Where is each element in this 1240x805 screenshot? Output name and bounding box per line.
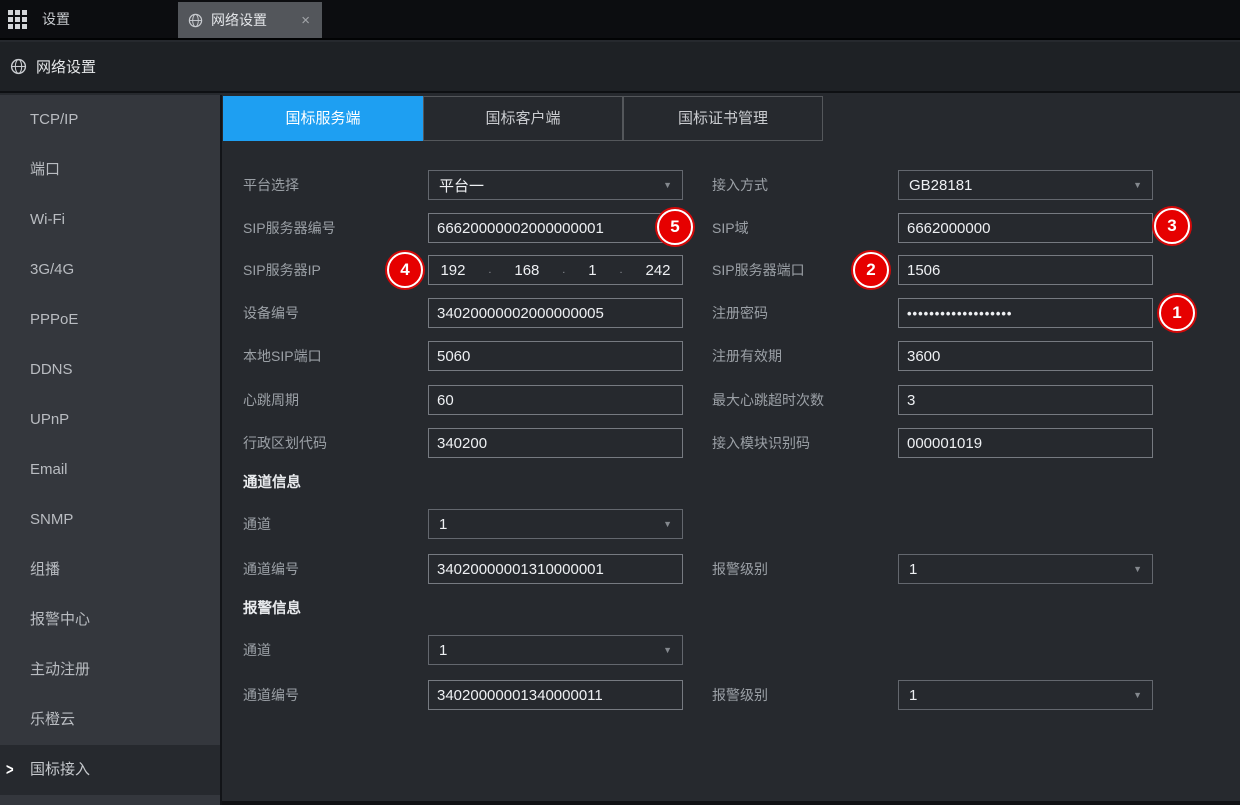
sidebar-item-3g4g[interactable]: 3G/4G	[0, 245, 220, 295]
max-heartbeat-timeout-input[interactable]	[898, 385, 1153, 415]
window-tab-network-settings[interactable]: 网络设置 ×	[178, 2, 322, 38]
admin-region-code-input[interactable]	[428, 428, 683, 458]
alarm-channel-id-label: 通道编号	[243, 680, 299, 710]
chevron-down-icon: ▼	[663, 519, 672, 529]
sip-server-ip-label: SIP服务器IP	[243, 255, 321, 285]
access-mode-select[interactable]: GB28181 ▼	[898, 170, 1153, 200]
ip-octet-4[interactable]: 242	[645, 262, 670, 279]
ip-separator: .	[620, 264, 623, 276]
channel-select-value: 1	[439, 516, 663, 533]
alarm-level2-select-value: 1	[909, 687, 1133, 704]
max-heartbeat-timeout-label: 最大心跳超时次数	[712, 385, 824, 415]
platform-select-value: 平台一	[439, 175, 663, 196]
sidebar-item-tcpip[interactable]: TCP/IP	[0, 95, 220, 145]
ip-octet-1[interactable]: 192	[440, 262, 465, 279]
heartbeat-period-label: 心跳周期	[243, 385, 299, 415]
sidebar-item-port[interactable]: 端口	[0, 145, 220, 195]
register-valid-period-input[interactable]	[898, 341, 1153, 371]
globe-icon	[10, 58, 27, 75]
sidebar: TCP/IP 端口 Wi-Fi 3G/4G PPPoE DDNS UPnP Em…	[0, 95, 222, 805]
chevron-down-icon: ▼	[663, 645, 672, 655]
sidebar-item-label: 国标接入	[30, 761, 90, 778]
sidebar-item-snmp[interactable]: SNMP	[0, 495, 220, 545]
sip-domain-input[interactable]	[898, 213, 1153, 243]
local-sip-port-input[interactable]	[428, 341, 683, 371]
ip-separator: .	[488, 264, 491, 276]
topbar: 设置 网络设置 ×	[0, 0, 1240, 40]
access-mode-select-value: GB28181	[909, 177, 1133, 194]
alarm-info-section-header: 报警信息	[243, 599, 301, 619]
globe-icon	[188, 13, 203, 28]
tab-gb-server[interactable]: 国标服务端	[223, 96, 423, 141]
access-mode-label: 接入方式	[712, 170, 768, 200]
local-sip-port-label: 本地SIP端口	[243, 341, 322, 371]
chevron-down-icon: ▼	[663, 180, 672, 190]
callout-badge-3: 3	[1154, 208, 1190, 244]
alarm-channel-id-input[interactable]	[428, 680, 683, 710]
callout-badge-4: 4	[387, 252, 423, 288]
callout-badge-5: 5	[657, 209, 693, 245]
channel-id-label: 通道编号	[243, 554, 299, 584]
ip-octet-2[interactable]: 168	[514, 262, 539, 279]
chevron-down-icon: ▼	[1133, 180, 1142, 190]
channel-id-input[interactable]	[428, 554, 683, 584]
register-password-input[interactable]	[898, 298, 1153, 328]
tab-settings[interactable]: 设置	[42, 0, 70, 38]
screen: 设置 网络设置 × 网络设置 TCP/IP 端口 Wi-Fi 3G/4G PPP…	[0, 0, 1240, 805]
page-title: 网络设置	[36, 56, 96, 77]
alarm-level2-select[interactable]: 1 ▼	[898, 680, 1153, 710]
alarm-level-select-value: 1	[909, 561, 1133, 578]
close-icon[interactable]: ×	[299, 12, 312, 29]
sip-server-id-input[interactable]	[428, 213, 683, 243]
access-module-id-label: 接入模块识别码	[712, 428, 810, 458]
callout-badge-2: 2	[853, 252, 889, 288]
sidebar-item-lechange-cloud[interactable]: 乐橙云	[0, 695, 220, 745]
sidebar-item-alarm-center[interactable]: 报警中心	[0, 595, 220, 645]
sidebar-item-gb28181-access[interactable]: > 国标接入	[0, 745, 220, 795]
alarm-level-label: 报警级别	[712, 554, 768, 584]
platform-select[interactable]: 平台一 ▼	[428, 170, 683, 200]
chevron-down-icon: ▼	[1133, 564, 1142, 574]
chevron-down-icon: ▼	[1133, 690, 1142, 700]
sip-domain-label: SIP域	[712, 213, 749, 243]
heartbeat-period-input[interactable]	[428, 385, 683, 415]
alarm-channel-label: 通道	[243, 635, 271, 665]
admin-region-code-label: 行政区划代码	[243, 428, 327, 458]
register-password-label: 注册密码	[712, 298, 768, 328]
channel-info-section-header: 通道信息	[243, 473, 301, 493]
alarm-level2-label: 报警级别	[712, 680, 768, 710]
alarm-channel-select-value: 1	[439, 642, 663, 659]
window-tab-label: 网络设置	[211, 10, 299, 30]
sidebar-item-upnp[interactable]: UPnP	[0, 395, 220, 445]
sidebar-item-pppoe[interactable]: PPPoE	[0, 295, 220, 345]
ip-separator: .	[562, 264, 565, 276]
channel-label: 通道	[243, 509, 271, 539]
callout-badge-1: 1	[1159, 295, 1195, 331]
sidebar-item-ddns[interactable]: DDNS	[0, 345, 220, 395]
device-id-label: 设备编号	[243, 298, 299, 328]
register-valid-period-label: 注册有效期	[712, 341, 782, 371]
tab-gb-cert-management[interactable]: 国标证书管理	[623, 96, 823, 141]
sip-server-port-input[interactable]	[898, 255, 1153, 285]
page-header: 网络设置	[0, 42, 1240, 93]
chevron-right-icon: >	[6, 739, 14, 802]
sidebar-item-multicast[interactable]: 组播	[0, 545, 220, 595]
platform-label: 平台选择	[243, 170, 299, 200]
sip-server-port-label: SIP服务器端口	[712, 255, 805, 285]
sidebar-item-email[interactable]: Email	[0, 445, 220, 495]
sidebar-item-auto-register[interactable]: 主动注册	[0, 645, 220, 695]
apps-grid-icon[interactable]	[8, 10, 28, 30]
sip-server-id-label: SIP服务器编号	[243, 213, 336, 243]
ip-octet-3[interactable]: 1	[588, 262, 596, 279]
device-id-input[interactable]	[428, 298, 683, 328]
tab-gb-client[interactable]: 国标客户端	[423, 96, 623, 141]
alarm-level-select[interactable]: 1 ▼	[898, 554, 1153, 584]
sip-server-ip-input[interactable]: 192 . 168 . 1 . 242	[428, 255, 683, 285]
alarm-channel-select[interactable]: 1 ▼	[428, 635, 683, 665]
channel-select[interactable]: 1 ▼	[428, 509, 683, 539]
content-bottom-strip	[222, 801, 1240, 805]
sidebar-item-wifi[interactable]: Wi-Fi	[0, 195, 220, 245]
access-module-id-input[interactable]	[898, 428, 1153, 458]
